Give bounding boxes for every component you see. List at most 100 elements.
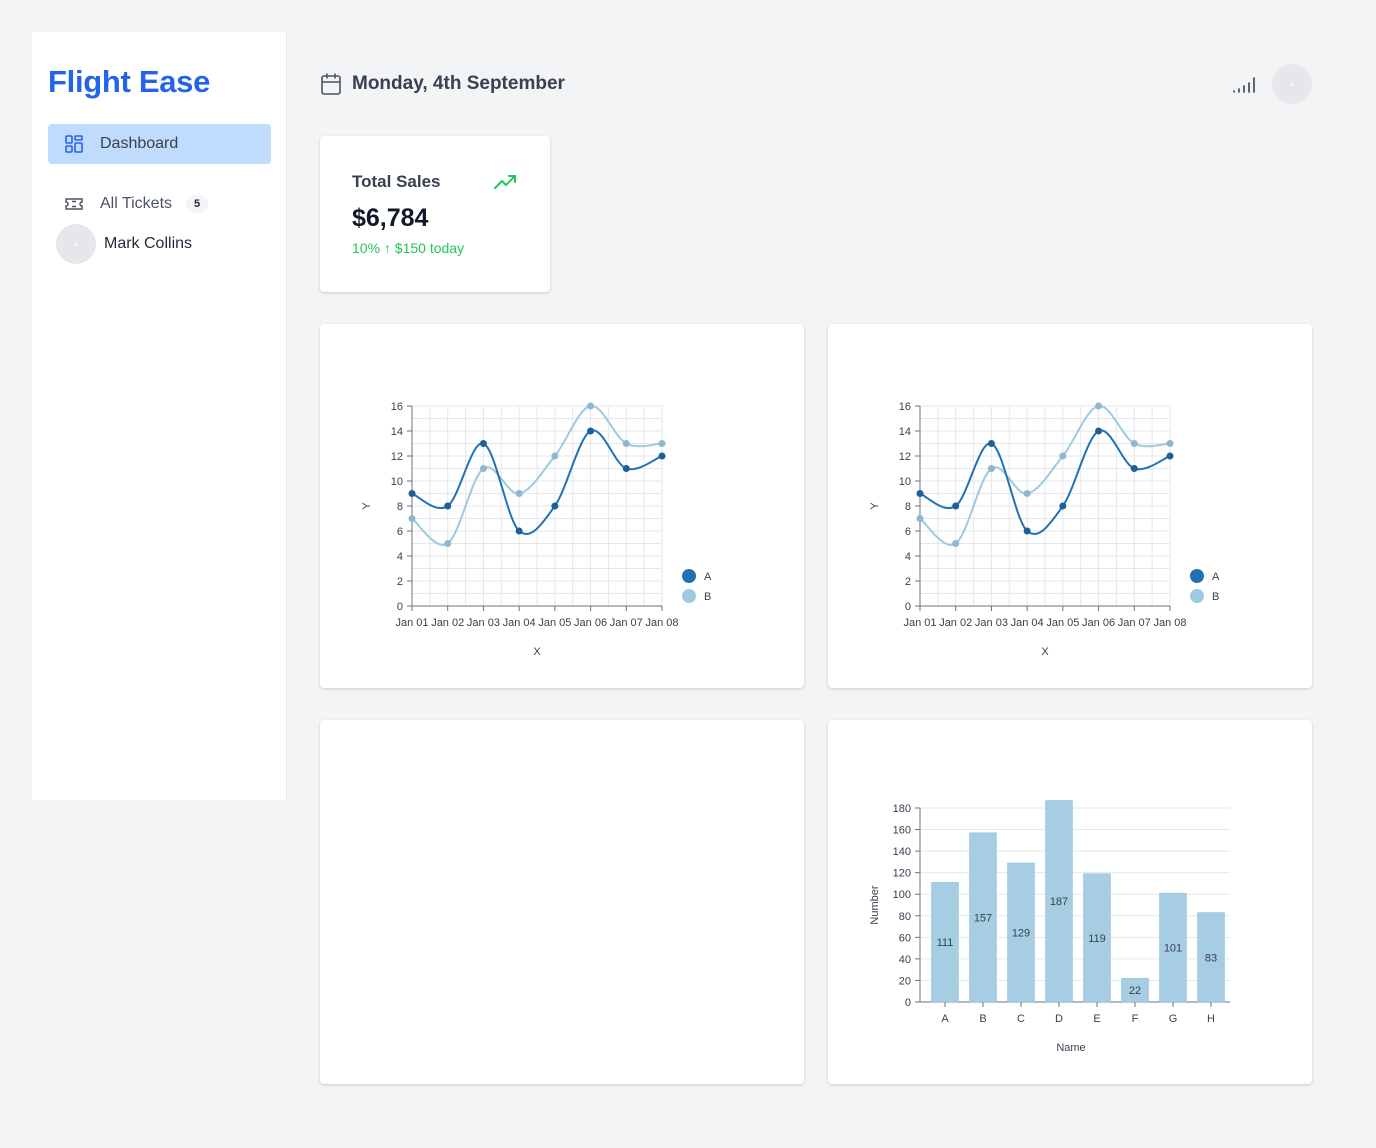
legend-swatch bbox=[1190, 589, 1204, 603]
y-tick-label: 14 bbox=[899, 426, 911, 438]
data-point bbox=[1130, 465, 1138, 472]
x-tick-label: B bbox=[979, 1013, 986, 1025]
empty-chart-card bbox=[320, 720, 804, 1084]
x-tick-label: Jan 06 bbox=[1082, 617, 1115, 629]
total-sales-card: Total Sales $6,784 10% ↑ $150 today bbox=[320, 136, 550, 292]
data-point bbox=[658, 452, 666, 460]
data-point bbox=[952, 502, 960, 510]
data-point bbox=[587, 427, 595, 435]
data-point bbox=[551, 502, 559, 510]
y-tick-label: 8 bbox=[397, 501, 403, 513]
line-chart: 0246810121416Jan 01 Jan 02 Jan 03 Jan 04 Jan… bbox=[869, 401, 1220, 658]
data-point bbox=[551, 452, 559, 460]
bar-value-label: 111 bbox=[937, 937, 954, 949]
line-chart-card-2: 0 2 4 6 8 10 12 14 16 Jan 01 Jan 02 Jan 03 Jan 04 Jan… bbox=[828, 324, 1312, 688]
y-axis-label: Y bbox=[869, 502, 881, 510]
x-tick-label: Jan 01 bbox=[395, 617, 428, 629]
x-tick-label: Jan 04 bbox=[1011, 617, 1044, 629]
data-point bbox=[1095, 427, 1103, 435]
legend-swatch bbox=[682, 589, 696, 603]
data-point bbox=[479, 465, 487, 472]
bar-value-label: 157 bbox=[974, 912, 992, 924]
avatar[interactable] bbox=[56, 224, 96, 264]
y-tick-label: 120 bbox=[893, 868, 911, 880]
y-tick-label: 0 bbox=[397, 601, 403, 613]
calendar-icon bbox=[321, 73, 341, 95]
data-point bbox=[1166, 452, 1174, 460]
y-tick-label: 4 bbox=[397, 551, 403, 563]
x-axis-label: X bbox=[1041, 646, 1049, 658]
x-tick-label: A bbox=[941, 1013, 949, 1025]
y-tick-label: 40 bbox=[899, 954, 911, 966]
y-tick-label: 12 bbox=[899, 451, 911, 463]
data-point bbox=[1023, 527, 1031, 535]
data-point bbox=[408, 490, 416, 497]
sidebar-item-label: All Tickets bbox=[100, 195, 173, 212]
data-point bbox=[1095, 402, 1103, 410]
x-tick-label: C bbox=[1017, 1013, 1025, 1025]
line-chart-card-1: 0 2 4 6 8 10 12 14 16 Jan 01 Jan 02 Jan 03 Jan 04 Jan… bbox=[320, 324, 804, 688]
data-point bbox=[916, 515, 924, 522]
x-tick-label: Jan 04 bbox=[503, 617, 536, 629]
bar-chart: 0 20 40 60 80 100 120 140 160 180 111 A 157 B 129 C 187 D… bbox=[869, 800, 1230, 1054]
header-avatar[interactable] bbox=[1272, 64, 1312, 104]
trending-up-icon bbox=[494, 175, 516, 189]
y-tick-label: 180 bbox=[893, 803, 911, 815]
dashboard-grid-icon bbox=[64, 134, 84, 154]
x-tick-label: E bbox=[1093, 1013, 1100, 1025]
x-tick-label: Jan 06 bbox=[574, 617, 607, 629]
data-point bbox=[658, 440, 666, 447]
bar-value-label: 187 bbox=[1050, 896, 1068, 908]
data-point bbox=[515, 490, 523, 497]
x-tick-label: Jan 08 bbox=[1153, 617, 1186, 629]
y-tick-label: 20 bbox=[899, 975, 911, 987]
y-tick-label: 16 bbox=[391, 401, 403, 413]
y-tick-label: 16 bbox=[899, 401, 911, 413]
legend-label: A bbox=[704, 571, 712, 583]
sidebar-item-all-tickets[interactable]: All Tickets 5 bbox=[48, 184, 271, 224]
y-axis-label: Y bbox=[361, 502, 373, 510]
bar-value-label: 129 bbox=[1012, 927, 1030, 939]
y-tick-label: 6 bbox=[397, 526, 403, 538]
stat-value: $6,784 bbox=[352, 204, 429, 232]
data-point bbox=[622, 465, 630, 472]
y-tick-label: 160 bbox=[893, 825, 911, 837]
x-tick-label: Jan 01 bbox=[903, 617, 936, 629]
y-tick-label: 6 bbox=[905, 526, 911, 538]
data-point bbox=[444, 502, 452, 510]
y-axis-label: Number bbox=[869, 885, 881, 924]
y-tick-label: 140 bbox=[893, 846, 911, 858]
y-tick-label: 14 bbox=[391, 426, 403, 438]
user-name: Mark Collins bbox=[104, 235, 193, 252]
sidebar-user[interactable]: Mark Collins bbox=[56, 224, 192, 264]
line-chart: 0246810121416Jan 01 Jan 02 Jan 03 Jan 04 Jan… bbox=[361, 401, 712, 658]
y-tick-label: 0 bbox=[905, 601, 911, 613]
signal-icon[interactable] bbox=[1232, 74, 1258, 94]
legend-label: B bbox=[1212, 591, 1219, 603]
x-tick-label: Jan 08 bbox=[645, 617, 678, 629]
data-point bbox=[1166, 440, 1174, 447]
x-tick-label: F bbox=[1132, 1013, 1139, 1025]
legend-swatch bbox=[1190, 569, 1204, 583]
bar-value-label: 22 bbox=[1129, 985, 1141, 997]
bar-value-label: 101 bbox=[1164, 943, 1182, 955]
x-tick-label: Jan 07 bbox=[610, 617, 643, 629]
x-tick-label: Jan 05 bbox=[1046, 617, 1079, 629]
data-point bbox=[916, 490, 924, 497]
x-tick-label: Jan 03 bbox=[975, 617, 1008, 629]
data-point bbox=[408, 515, 416, 522]
sidebar-item-dashboard[interactable]: Dashboard bbox=[48, 124, 271, 164]
data-point bbox=[1023, 490, 1031, 497]
data-point bbox=[587, 402, 595, 410]
data-point bbox=[987, 440, 995, 447]
y-tick-label: 8 bbox=[905, 501, 911, 513]
brand-logo[interactable]: Flight Ease bbox=[48, 64, 210, 100]
y-tick-label: 80 bbox=[899, 911, 911, 923]
data-point bbox=[479, 440, 487, 447]
y-tick-label: 2 bbox=[397, 576, 403, 588]
data-point bbox=[444, 540, 452, 547]
stat-delta: 10% ↑ $150 today bbox=[352, 240, 465, 256]
data-point bbox=[1059, 452, 1067, 460]
sidebar-item-label: Dashboard bbox=[100, 135, 179, 152]
stat-title: Total Sales bbox=[352, 172, 441, 191]
